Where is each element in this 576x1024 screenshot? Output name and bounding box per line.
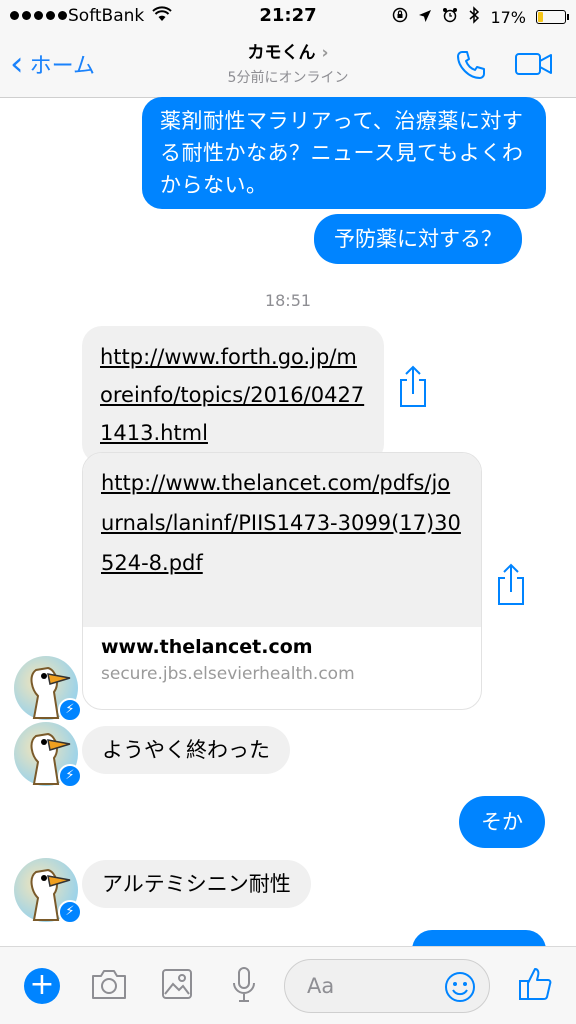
avatar[interactable]: ⚡ [14,656,82,722]
conversation-header: ‹ ホーム カモくん › 5分前にオンライン [0,34,576,98]
avatar[interactable]: ⚡ [14,722,82,788]
plus-icon[interactable]: + [24,968,60,1004]
rotation-lock-icon [392,7,408,27]
message-bubble-outgoing[interactable]: 薬剤耐性マラリアって、治療薬に対する耐性かなあ？ニュース見てもよくわからない。 [142,97,546,209]
message-input-placeholder: Aa [307,974,335,998]
message-bubble-outgoing[interactable]: 予防薬に対する？ [314,214,522,264]
messenger-badge-icon: ⚡ [58,900,82,924]
camera-icon[interactable] [90,967,128,1005]
status-bar: SoftBank 21:27 17% [0,0,576,34]
emoji-icon[interactable] [443,970,477,1008]
link-preview-card[interactable]: http://www.thelancet.com/pdfs/journals/l… [82,452,482,710]
share-icon[interactable] [398,364,428,412]
alarm-icon [442,7,458,27]
online-status: 5分前にオンライン [227,70,349,86]
link-url[interactable]: http://www.thelancet.com/pdfs/journals/l… [83,453,481,627]
battery-icon [536,10,569,24]
message-bubble-incoming[interactable]: アルテミシニン耐性 [82,860,311,908]
battery-percent: 17% [490,7,526,27]
message-input[interactable]: Aa [284,959,490,1013]
chevron-right-icon: › [321,43,329,63]
messenger-badge-icon: ⚡ [58,764,82,788]
bluetooth-icon [468,6,480,28]
link-url[interactable]: http://www.forth.go.jp/moreinfo/topics/2… [100,345,364,445]
video-camera-icon[interactable] [514,50,554,82]
thumbs-up-icon[interactable] [518,965,554,1007]
messenger-badge-icon: ⚡ [58,698,82,722]
microphone-icon[interactable] [230,965,258,1009]
message-bubble-outgoing[interactable]: そか [459,796,545,848]
link-message[interactable]: http://www.forth.go.jp/moreinfo/topics/2… [82,326,384,464]
contact-name[interactable]: カモくん › [0,38,576,63]
location-icon [418,8,432,27]
message-timestamp: 18:51 [264,291,312,310]
message-composer: + Aa [0,946,576,1024]
share-icon[interactable] [496,562,526,610]
link-preview-title: www.thelancet.com [101,636,313,658]
message-bubble-incoming[interactable]: ようやく終わった [82,726,290,774]
phone-icon[interactable] [454,48,488,86]
image-icon[interactable] [160,967,194,1005]
avatar[interactable]: ⚡ [14,858,82,924]
link-preview-domain: secure.jbs.elsevierhealth.com [101,664,355,684]
